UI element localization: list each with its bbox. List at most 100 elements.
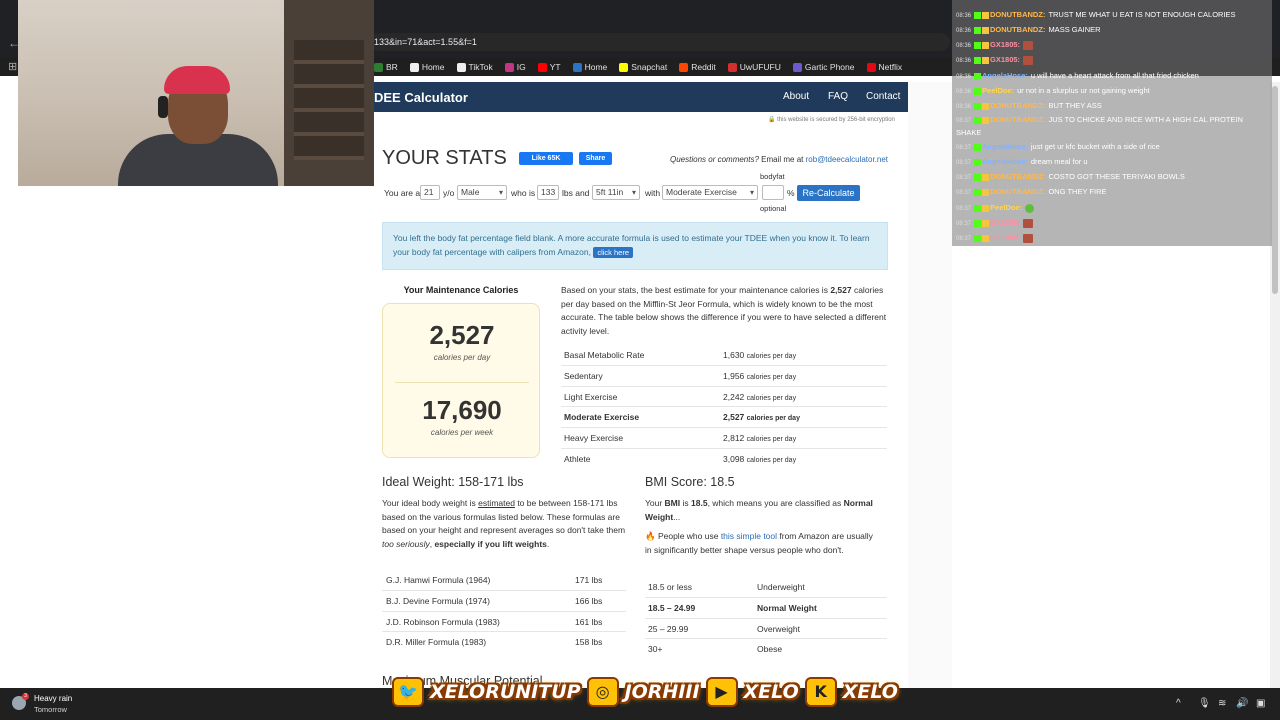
kick-badge-icon <box>974 158 982 166</box>
bmi-range: 18.5 – 24.99 <box>648 602 696 613</box>
address-bar[interactable]: 133&in=71&act=1.55&f=1 <box>370 33 950 51</box>
snapchat-icon <box>619 62 629 72</box>
home-icon <box>572 62 582 72</box>
activity-select[interactable]: Moderate Exercise <box>662 185 758 200</box>
bookmark-ig[interactable]: IG <box>504 62 526 72</box>
sex-select[interactable]: Male <box>457 185 507 200</box>
chat-message: 08:36 DONUTBANDZ: TRUST ME WHAT U EAT IS N… <box>956 10 1236 19</box>
activity-unit: calories per day <box>746 394 797 402</box>
table-row: G.J. Hamwi Formula (1964) 171 lbs <box>382 570 626 591</box>
activity-calorie-table: Basal Metabolic Rate 1,630 calories per d… <box>561 345 887 470</box>
activity-value: 2,242 calories per day <box>723 392 796 402</box>
bmi-class: Underweight <box>757 582 805 592</box>
click-here-button[interactable]: click here <box>593 246 634 258</box>
chat-message: 08:36 GX1805: <box>956 55 1034 65</box>
sub-badge-icon <box>982 41 990 49</box>
scrollbar-thumb[interactable] <box>1272 86 1278 294</box>
bmi-table: 18.5 or less Underweight 18.5 – 24.99 Norm… <box>645 577 887 660</box>
height-select[interactable]: 5ft 11in <box>592 185 640 200</box>
chat-username: DONUTBANDZ: <box>990 115 1046 124</box>
formula-name: B.J. Devine Formula (1974) <box>386 595 490 606</box>
kick-badge-icon <box>974 87 982 95</box>
facebook-like-button[interactable]: Like 65K <box>519 152 573 165</box>
bookmark-netflix[interactable]: Netflix <box>866 62 902 72</box>
chat-username: AngelaHose: <box>982 71 1028 80</box>
calories-per-week-value: 17,690 <box>422 395 502 425</box>
nav-faq[interactable]: FAQ <box>828 91 848 102</box>
bookmark-gartic[interactable]: Gartic Phone <box>792 62 855 72</box>
optional-label: optional <box>760 204 787 213</box>
activity-value: 2,527 calories per day <box>723 412 800 422</box>
estimated-link[interactable]: estimated <box>478 498 515 508</box>
chat-username: PeelDoe: <box>982 86 1015 95</box>
facebook-share-button[interactable]: Share <box>579 152 612 165</box>
chat-username: DONUTBANDZ: <box>990 187 1046 196</box>
bookmark-yt[interactable]: YT <box>537 62 561 72</box>
nav-contact[interactable]: Contact <box>866 91 900 102</box>
ideal-weight-description: Your ideal body weight is estimated to b… <box>382 497 628 551</box>
reddit-icon <box>679 62 689 72</box>
activity-number: 2,812 <box>723 433 745 444</box>
chat-username: AngelaHose: <box>982 157 1028 166</box>
desc-text: Your <box>645 498 665 508</box>
table-row-selected: Moderate Exercise 2,527 calories per day <box>561 407 887 429</box>
bookmark-label: Reddit <box>691 62 716 72</box>
chat-message: 08:37 AngelaHose: just get ur kfc bucket w… <box>956 142 1160 151</box>
bodyfat-input[interactable] <box>762 185 784 200</box>
email-label: Email me at <box>758 155 806 164</box>
bookmark-home[interactable]: Home <box>572 62 607 72</box>
microphone-icon[interactable]: 🎙 <box>1198 698 1211 709</box>
sub-badge-icon <box>982 234 990 242</box>
activity-value: 1,956 calories per day <box>723 371 796 381</box>
chat-username: DONUTBANDZ: <box>990 172 1046 181</box>
bookmark-br[interactable]: BR <box>374 62 398 72</box>
bookmark-label: Snapchat <box>631 62 668 72</box>
bookmark-x-home[interactable]: Home <box>409 62 445 72</box>
kick-badge-icon <box>974 143 982 151</box>
chat-text: TRUST ME WHAT U EAT IS NOT ENOUGH CALORI… <box>1048 10 1236 19</box>
x-logo-icon <box>409 62 419 72</box>
speaker-icon[interactable]: 🔊 <box>1236 698 1248 709</box>
form-you-are-a: You are a <box>384 188 421 198</box>
notification-icon[interactable]: ▣ <box>1256 698 1265 709</box>
chat-time: 08:37 <box>956 190 972 196</box>
kick-logo-icon: K <box>804 677 837 707</box>
bookmark-reddit[interactable]: Reddit <box>679 62 716 72</box>
site-logo[interactable]: DEE Calculator <box>374 90 468 105</box>
desc-bold: 2,527 <box>830 285 852 295</box>
bookmark-uwufufu[interactable]: UwUFUFU <box>727 62 781 72</box>
activity-number: 2,242 <box>723 391 745 402</box>
chat-message: 08:37 DONUTBANDZ: COSTO GOT THESE TERIYAKI… <box>956 172 1185 181</box>
table-row: Athlete 3,098 calories per day <box>561 449 887 470</box>
nav-about[interactable]: About <box>783 91 809 102</box>
formula-name: D.R. Miller Formula (1983) <box>386 637 487 648</box>
apps-grid-icon[interactable]: ⊞ <box>8 60 17 73</box>
simple-tool-link[interactable]: this simple tool <box>721 531 777 541</box>
email-link[interactable]: rob@tdeecalculator.net <box>806 155 888 164</box>
calories-per-day-label: calories per day <box>433 353 491 362</box>
tray-chevron-icon[interactable]: ^ <box>1176 698 1181 709</box>
twitter-bird-icon: 🐦 <box>392 677 424 707</box>
calories-per-week-label: calories per week <box>430 428 494 437</box>
chat-message: 08:37 AngelaHose: dream meal for u <box>956 157 1088 166</box>
webcam-shelf <box>294 40 364 160</box>
weight-input[interactable]: 133 <box>537 185 559 200</box>
weather-alert-badge: 3 <box>22 693 29 700</box>
formula-value: 161 lbs <box>575 616 603 627</box>
bookmark-tiktok[interactable]: TikTok <box>456 62 493 72</box>
ideal-weight-heading: Ideal Weight: 158-171 lbs <box>382 475 524 489</box>
chat-message: 08:37 GX1805: <box>956 218 1034 228</box>
table-row: 30+ Obese <box>645 639 887 660</box>
recalculate-button[interactable]: Re-Calculate <box>797 185 860 201</box>
sex-value: Male <box>461 187 480 197</box>
age-input[interactable]: 21 <box>420 185 440 200</box>
kick-badge-icon <box>974 204 982 212</box>
weather-condition[interactable]: Heavy rain <box>34 694 72 703</box>
wifi-icon[interactable]: ≋ <box>1218 698 1226 709</box>
bookmark-snapchat[interactable]: Snapchat <box>619 62 667 72</box>
form-with: with <box>645 188 661 198</box>
activity-number: 1,630 <box>723 350 745 360</box>
gartic-icon <box>792 62 802 72</box>
chat-username: GX1805: <box>990 233 1021 242</box>
chat-username: GX1805: <box>990 40 1021 49</box>
